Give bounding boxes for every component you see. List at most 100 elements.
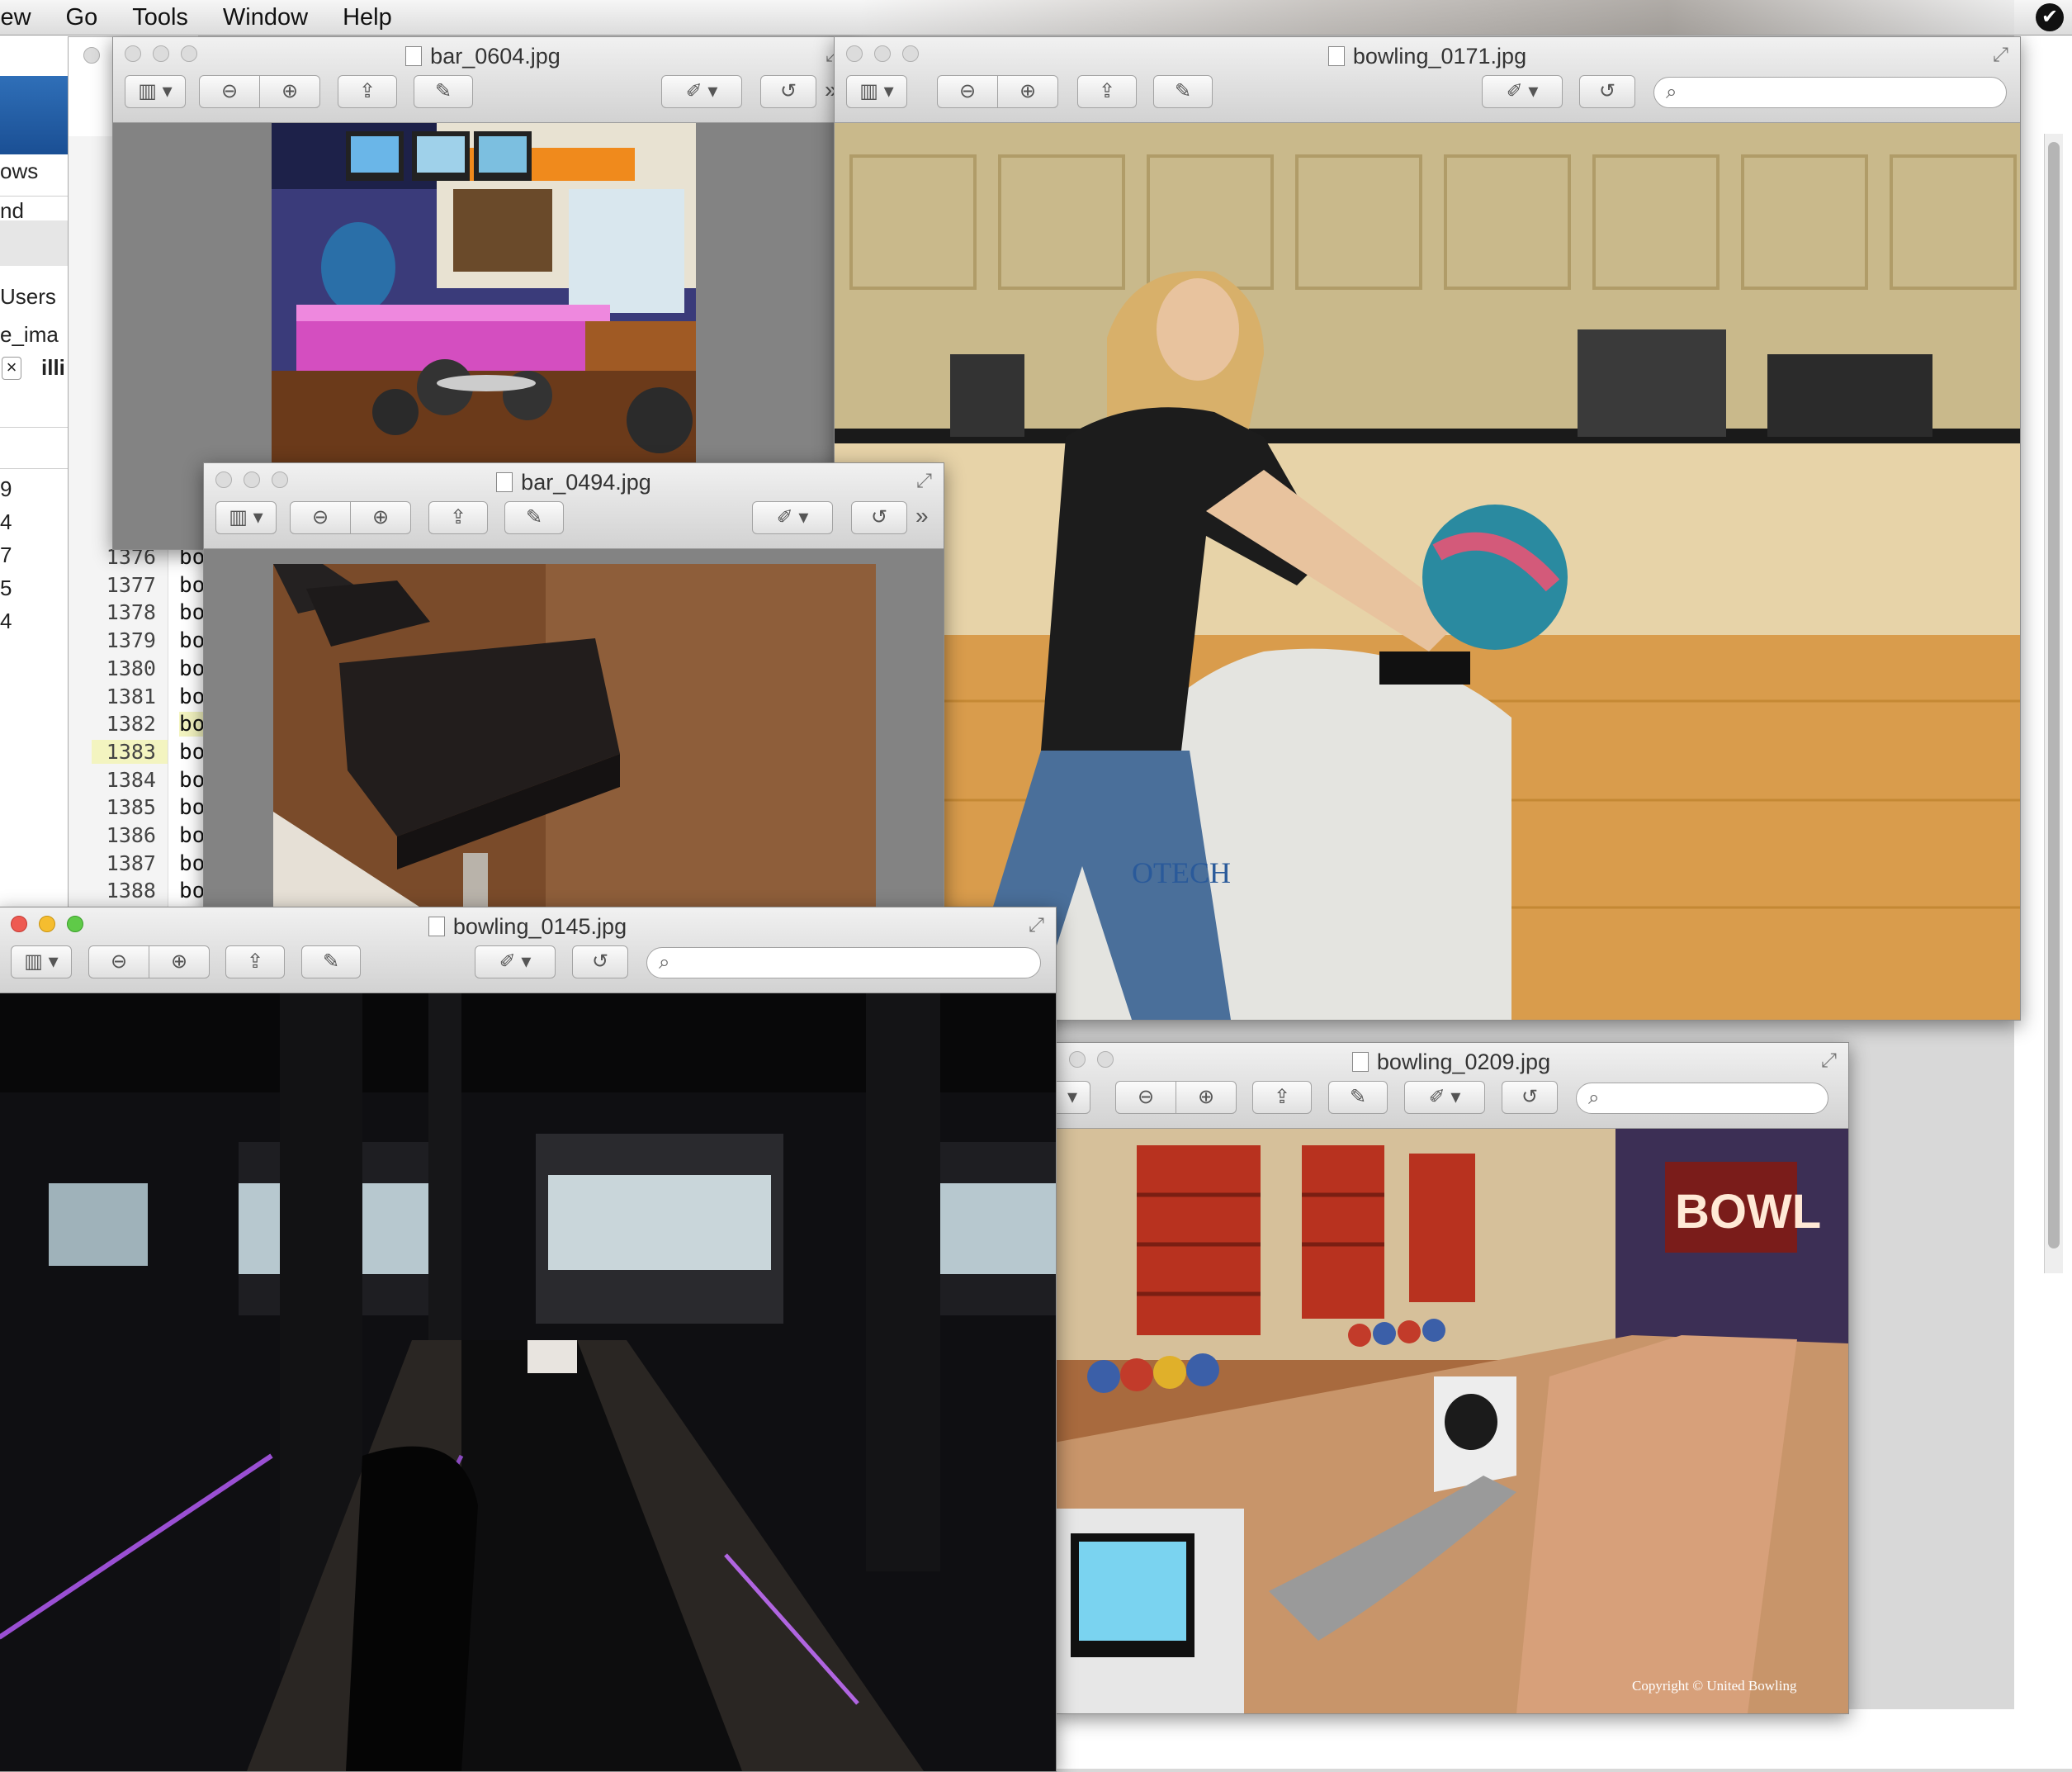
zoom-out-icon: ⊖	[1137, 1086, 1155, 1108]
bg-list-number: 7	[0, 542, 12, 567]
scrollbar-thumb[interactable]	[2048, 142, 2060, 1248]
zoom-out-button[interactable]: ⊖	[88, 945, 149, 978]
annotate-button[interactable]: ✐ ▾	[1404, 1081, 1485, 1114]
bg-list-number: 5	[0, 576, 12, 600]
copyright-text: Copyright © United Bowling	[1632, 1678, 1797, 1694]
share-button[interactable]: ⇪	[428, 501, 488, 534]
bg-list-number: 9	[0, 476, 12, 501]
edit-button[interactable]: ✎	[1153, 75, 1213, 108]
window-controls	[83, 47, 100, 64]
edit-button[interactable]: ✎	[301, 945, 361, 978]
window-title-text: bowling_0209.jpg	[1376, 1049, 1551, 1074]
status-check-icon[interactable]: ✔	[2036, 3, 2064, 31]
code-line-text[interactable]: bo	[179, 851, 205, 876]
sidebar-toggle-button[interactable]: ▥ ▾	[125, 75, 186, 108]
share-button[interactable]: ⇪	[338, 75, 397, 108]
rotate-icon: ↺	[1521, 1086, 1539, 1108]
annotate-button[interactable]: ✐ ▾	[661, 75, 742, 108]
code-line-text[interactable]: bo	[179, 879, 205, 903]
fullscreen-icon[interactable]: ⤢	[1029, 914, 1044, 937]
zoom-in-button[interactable]: ⊕	[149, 945, 210, 978]
bg-path-field[interactable]: e_ima	[0, 322, 59, 348]
annotate-icon: ✐ ▾	[499, 950, 532, 973]
share-button[interactable]: ⇪	[1077, 75, 1137, 108]
search-input[interactable]: ⌕	[646, 947, 1041, 978]
rotate-button[interactable]: ↺	[572, 945, 628, 978]
menu-tools[interactable]: Tools	[132, 4, 188, 31]
share-button[interactable]: ⇪	[225, 945, 285, 978]
menu-view[interactable]: iew	[0, 4, 31, 31]
fullscreen-icon[interactable]: ⤢	[916, 470, 932, 493]
zoom-out-button[interactable]: ⊖	[290, 501, 351, 534]
menu-go[interactable]: Go	[66, 4, 98, 31]
fullscreen-icon[interactable]: ⤢	[1821, 1049, 1837, 1073]
zoom-in-button[interactable]: ⊕	[1176, 1081, 1237, 1114]
edit-button[interactable]: ✎	[414, 75, 473, 108]
zoom-out-icon: ⊖	[110, 950, 128, 973]
annotate-icon: ✐ ▾	[1506, 80, 1539, 102]
toolbar: ▥ ▾ ⊖ ⊕ ⇪ ✎ ✐ ▾ ↺ »	[215, 501, 932, 538]
fullscreen-icon[interactable]: ⤢	[1993, 44, 2008, 67]
sidebar-toggle-button[interactable]: ▥ ▾	[215, 501, 277, 534]
window-titlebar[interactable]: bowling_0171.jpg ⤢ ▥ ▾ ⊖ ⊕ ⇪ ✎ ✐ ▾ ↺ ⌕	[835, 37, 2020, 123]
window-titlebar[interactable]: bowling_0209.jpg ⤢ ▾ ⊖ ⊕ ⇪ ✎ ✐ ▾ ↺ ⌕	[1054, 1043, 1848, 1129]
code-line-text[interactable]: bo	[179, 685, 205, 709]
sidebar-toggle-button[interactable]: ▾	[1054, 1081, 1090, 1114]
code-line-text[interactable]: bo	[179, 823, 205, 848]
rotate-button[interactable]: ↺	[760, 75, 816, 108]
window-titlebar[interactable]: bowling_0145.jpg ⤢ ▥ ▾ ⊖ ⊕ ⇪ ✎ ✐ ▾ ↺ ⌕	[0, 907, 1056, 993]
annotate-button[interactable]: ✐ ▾	[1482, 75, 1563, 108]
search-input[interactable]: ⌕	[1653, 77, 2007, 108]
image-view: OTECH	[835, 123, 2020, 1020]
code-line-text[interactable]: bo	[179, 656, 205, 681]
overflow-chevron-icon[interactable]: »	[915, 503, 929, 529]
annotate-button[interactable]: ✐ ▾	[475, 945, 556, 978]
code-line-text[interactable]: bo	[179, 795, 205, 820]
window-titlebar[interactable]: bar_0494.jpg ⤢ ▥ ▾ ⊖ ⊕ ⇪ ✎ ✐ ▾ ↺ »	[204, 463, 944, 549]
line-number: 1379	[106, 628, 156, 653]
rotate-button[interactable]: ↺	[1579, 75, 1635, 108]
rotate-button[interactable]: ↺	[1502, 1081, 1558, 1114]
toolbar: ▥ ▾ ⊖ ⊕ ⇪ ✎ ✐ ▾ ↺ ⌕	[846, 75, 2008, 111]
annotate-button[interactable]: ✐ ▾	[752, 501, 833, 534]
sidebar-icon: ▥ ▾	[24, 950, 59, 973]
zoom-in-button[interactable]: ⊕	[350, 501, 411, 534]
preview-window-bowling-0209: bowling_0209.jpg ⤢ ▾ ⊖ ⊕ ⇪ ✎ ✐ ▾ ↺ ⌕ BOW	[1053, 1042, 1849, 1714]
zoom-in-icon: ⊕	[371, 506, 390, 528]
line-number: 1378	[106, 600, 156, 625]
code-line-text[interactable]: bo	[179, 768, 205, 793]
zoom-in-button[interactable]: ⊕	[997, 75, 1058, 108]
edit-button[interactable]: ✎	[504, 501, 564, 534]
code-line-text[interactable]: bo	[179, 712, 206, 737]
share-button[interactable]: ⇪	[1252, 1081, 1312, 1114]
zoom-out-button[interactable]: ⊖	[199, 75, 260, 108]
scrollbar[interactable]	[2044, 134, 2063, 1273]
zoom-out-button[interactable]: ⊖	[1115, 1081, 1176, 1114]
menu-help[interactable]: Help	[343, 4, 392, 31]
code-line-text[interactable]: bo	[179, 600, 205, 625]
sidebar-toggle-button[interactable]: ▥ ▾	[846, 75, 907, 108]
code-line-text[interactable]: bo	[179, 573, 205, 598]
window-titlebar[interactable]: bar_0604.jpg ⤢ ▥ ▾ ⊖ ⊕ ⇪ ✎ ✐ ▾ ↺ »	[113, 37, 853, 123]
menu-window[interactable]: Window	[223, 4, 308, 31]
menubar-backdrop	[859, 0, 2014, 35]
code-line-text[interactable]: bo	[179, 740, 205, 765]
edit-icon: ✎	[525, 506, 543, 528]
line-number: 1383	[92, 739, 168, 764]
document-icon	[428, 917, 445, 936]
zoom-in-icon: ⊕	[170, 950, 188, 973]
window-title: bar_0604.jpg	[113, 44, 853, 69]
sidebar-toggle-button[interactable]: ▥ ▾	[11, 945, 72, 978]
zoom-in-icon: ⊕	[281, 80, 299, 102]
window-title: bowling_0171.jpg	[835, 44, 2020, 69]
bg-label-users[interactable]: Users	[0, 284, 56, 310]
close-button[interactable]	[83, 47, 100, 64]
zoom-in-button[interactable]: ⊕	[259, 75, 320, 108]
clear-icon[interactable]: ×	[2, 357, 21, 380]
photo-bar-interior	[272, 123, 696, 463]
rotate-button[interactable]: ↺	[851, 501, 907, 534]
zoom-out-button[interactable]: ⊖	[937, 75, 998, 108]
search-input[interactable]: ⌕	[1576, 1083, 1828, 1114]
code-line-text[interactable]: bo	[179, 628, 205, 653]
edit-button[interactable]: ✎	[1328, 1081, 1388, 1114]
